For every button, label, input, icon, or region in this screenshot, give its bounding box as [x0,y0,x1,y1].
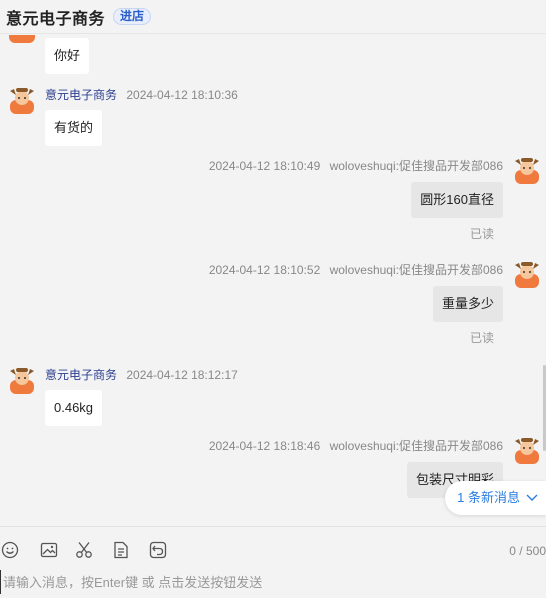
message-meta: 意元电子商务 2024-04-12 18:12:17 [45,366,238,383]
emoji-icon[interactable] [1,541,19,559]
message-text: 有货的 [54,120,94,135]
timestamp: 2024-04-12 18:12:17 [126,368,238,382]
timestamp: 2024-04-12 18:10:36 [126,88,238,102]
message-text: 圆形160直径 [420,192,494,207]
scissors-icon[interactable] [75,541,93,559]
chat-window: 意元电子商务 进店 你好 意元电子商务 2024-04-12 18:10:36 … [0,0,546,598]
avatar [9,35,35,43]
sender-name: woloveshuqi:促佳搜品开发部086 [329,263,503,277]
avatar [515,438,539,464]
avatar [515,262,539,288]
document-icon[interactable] [112,541,130,559]
message-input-area [0,570,546,598]
timestamp: 2024-04-12 18:18:46 [208,439,321,453]
sender-name: woloveshuqi:促佳搜品开发部086 [329,159,503,173]
message-text: 你好 [54,48,81,63]
message-meta: 2024-04-12 18:10:49 woloveshuqi:促佳搜品开发部0… [209,157,503,174]
message-bubble: 圆形160直径 [411,182,503,218]
new-messages-button[interactable]: 1 条新消息 [445,481,546,515]
read-status: 已读 [469,331,494,345]
enter-shop-button[interactable]: 进店 [113,8,152,25]
new-messages-label: 1 条新消息 [457,490,520,505]
message-bubble: 你好 [45,38,90,74]
read-status: 已读 [469,227,494,241]
sender-name: 意元电子商务 [45,88,118,102]
timestamp: 2024-04-12 18:10:49 [208,159,321,173]
sender-name: 意元电子商务 [45,368,118,382]
chevron-down-icon [526,494,538,501]
message-bubble: 有货的 [45,110,103,146]
timestamp: 2024-04-12 18:10:52 [208,263,321,277]
recall-icon[interactable] [149,541,167,559]
message-text: 0.46kg [54,400,94,415]
message-list[interactable]: 你好 意元电子商务 2024-04-12 18:10:36 有货的 2024-0… [0,35,546,525]
image-icon[interactable] [40,541,58,559]
message-input[interactable] [0,570,546,594]
avatar [10,88,34,114]
message-meta: 意元电子商务 2024-04-12 18:10:36 [45,86,238,103]
message-bubble: 0.46kg [45,390,103,426]
message-text: 重量多少 [441,296,494,311]
message-meta: 2024-04-12 18:10:52 woloveshuqi:促佳搜品开发部0… [209,261,503,278]
message-bubble: 重量多少 [432,286,503,322]
avatar [10,368,34,394]
message-meta: 2024-04-12 18:18:46 woloveshuqi:促佳搜品开发部0… [209,437,503,454]
sender-name: woloveshuqi:促佳搜品开发部086 [329,439,503,453]
shop-name: 意元电子商务 [6,10,106,28]
avatar [515,158,539,184]
chat-header: 意元电子商务 进店 [0,0,546,34]
char-counter: 0 / 500 [509,544,546,558]
